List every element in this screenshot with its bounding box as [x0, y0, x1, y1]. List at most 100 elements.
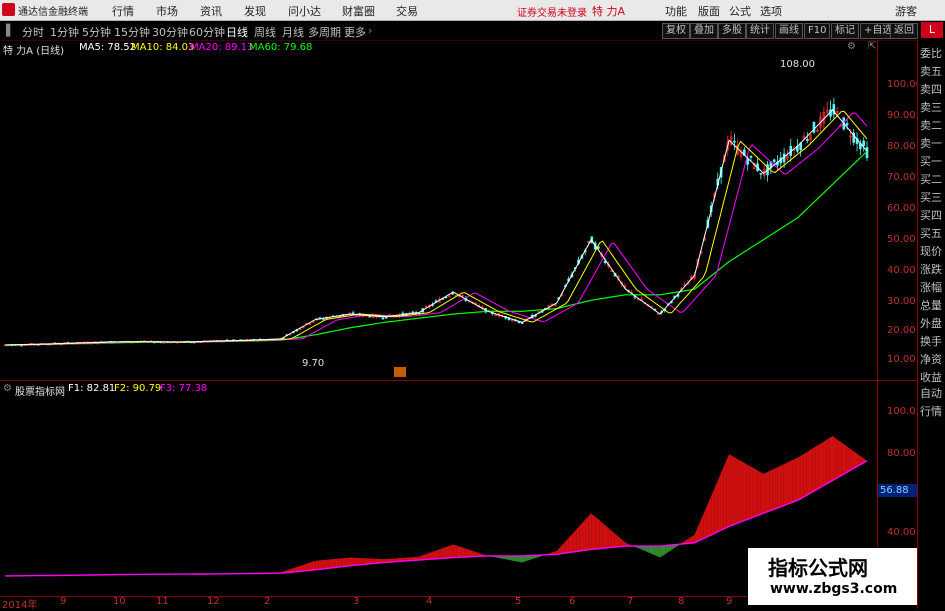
level2-icon[interactable]: L — [921, 22, 943, 38]
indicator-chart[interactable] — [0, 396, 877, 596]
date-label: 4 — [426, 596, 432, 607]
tab-5min[interactable]: 5分钟 — [82, 24, 111, 40]
indicator-band — [511, 556, 514, 561]
indicator-band — [344, 558, 347, 567]
menu-item-options[interactable]: 选项 — [760, 3, 782, 19]
date-label: 8 — [678, 596, 684, 607]
indicator-band — [519, 556, 522, 563]
multi-stock-button[interactable]: 多股 — [718, 23, 746, 39]
quote-field-label: 卖五 — [920, 63, 944, 79]
menu-item-trade[interactable]: 交易 — [396, 3, 418, 19]
price-chart[interactable] — [0, 55, 877, 380]
menu-item-wealth[interactable]: 财富圈 — [342, 3, 375, 19]
indicator-band — [812, 447, 815, 492]
tab-minute[interactable]: 分时 — [22, 24, 44, 40]
event-marker-icon[interactable] — [394, 367, 406, 377]
menu-item-market[interactable]: 市场 — [156, 3, 178, 19]
overlay-button[interactable]: 叠加 — [690, 23, 718, 39]
indicator-band — [815, 445, 818, 490]
candle-body — [733, 141, 735, 142]
indicator-band — [312, 561, 315, 570]
indicator-settings-icon[interactable]: ⚙ — [3, 383, 12, 394]
settings-gear-icon[interactable]: ⚙ — [847, 41, 856, 52]
indicator-band — [450, 544, 453, 557]
f10-button[interactable]: F10 — [804, 23, 830, 39]
axis-label: 20.00 — [887, 325, 916, 336]
indicator-band — [617, 535, 620, 546]
indicator-band — [810, 449, 813, 494]
adjust-button[interactable]: 复权 — [662, 23, 690, 39]
axis-label: 70.00 — [887, 172, 916, 183]
indicator-band — [335, 559, 338, 568]
indicator-band — [824, 440, 827, 486]
menu-item-function[interactable]: 功能 — [665, 3, 687, 19]
quote-field-label: 卖二 — [920, 117, 944, 133]
menu-item-quotes[interactable]: 行情 — [112, 3, 134, 19]
tab-60min[interactable]: 60分钟 — [189, 24, 225, 40]
tab-30min[interactable]: 30分钟 — [152, 24, 188, 40]
back-button[interactable]: 返回 — [890, 23, 918, 39]
indicator-band — [623, 540, 626, 546]
menu-item-news[interactable]: 资讯 — [200, 3, 222, 19]
indicator-band — [692, 535, 695, 543]
indicator-band — [833, 436, 836, 480]
high-price-label: 108.00 — [780, 59, 815, 70]
indicator-band — [660, 546, 663, 558]
indicator-band — [574, 529, 577, 552]
date-label: 9 — [726, 596, 732, 607]
quote-field-label: 收益 — [920, 369, 944, 385]
indicator-band — [654, 546, 657, 556]
auto-quote-toggle[interactable]: 自动 — [920, 385, 944, 401]
ma10-line — [5, 111, 867, 345]
tab-monthly[interactable]: 月线 — [282, 24, 304, 40]
indicator-band — [720, 468, 723, 531]
user-label[interactable]: 游客 — [895, 3, 917, 19]
menu-item-discover[interactable]: 发现 — [244, 3, 266, 19]
date-label: 5 — [515, 596, 521, 607]
candle-body — [813, 122, 815, 132]
candle-body — [747, 159, 749, 164]
candle-body — [750, 156, 752, 157]
toolbar-handle-icon: ▌ — [6, 24, 14, 37]
date-label: 3 — [353, 596, 359, 607]
tab-15min[interactable]: 15分钟 — [114, 24, 150, 40]
tab-weekly[interactable]: 周线 — [254, 24, 276, 40]
indicator-band — [583, 520, 586, 551]
menu-item-layout[interactable]: 版面 — [698, 3, 720, 19]
candle-body — [382, 318, 384, 319]
menu-item-formula[interactable]: 公式 — [729, 3, 751, 19]
draw-line-button[interactable]: 画线 — [775, 23, 803, 39]
indicator-band — [433, 551, 436, 559]
indicator-band — [792, 459, 795, 502]
indicator-band — [585, 516, 588, 550]
mark-button[interactable]: 标记 — [831, 23, 859, 39]
more-chevron-icon[interactable]: › — [368, 24, 372, 37]
login-notice[interactable]: 证券交易未登录 — [517, 4, 587, 19]
tab-1min[interactable]: 1分钟 — [50, 24, 79, 40]
f1-label: F1: 82.81 — [68, 383, 115, 394]
indicator-band — [643, 546, 646, 551]
indicator-band — [462, 547, 465, 557]
indicator-band — [844, 444, 847, 474]
tab-more[interactable]: 更多 — [344, 24, 366, 40]
tab-daily[interactable]: 日线 — [226, 24, 248, 40]
quote-field-label: 总量 — [920, 297, 944, 313]
stats-button[interactable]: 统计 — [746, 23, 774, 39]
tab-multi-period[interactable]: 多周期 — [308, 24, 341, 40]
axis-label: 90.00 — [887, 110, 916, 121]
panel-divider — [0, 380, 917, 381]
sub-axis-label: 100.0 — [887, 406, 916, 417]
indicator-band — [562, 542, 565, 554]
candle-body — [773, 160, 775, 162]
indicator-band — [735, 457, 738, 524]
menu-item-xiaoda[interactable]: 问小达 — [288, 3, 321, 19]
indicator-band — [781, 464, 784, 506]
indicator-band — [603, 523, 606, 548]
date-label: 11 — [156, 596, 169, 607]
indicator-band — [807, 450, 810, 495]
quote-field-label: 买一 — [920, 153, 944, 169]
auto-quote-toggle-label[interactable]: 行情 — [920, 403, 944, 419]
indicator-band — [318, 560, 321, 569]
indicator-band — [827, 438, 830, 484]
expand-icon[interactable]: ⇱ — [868, 41, 876, 52]
